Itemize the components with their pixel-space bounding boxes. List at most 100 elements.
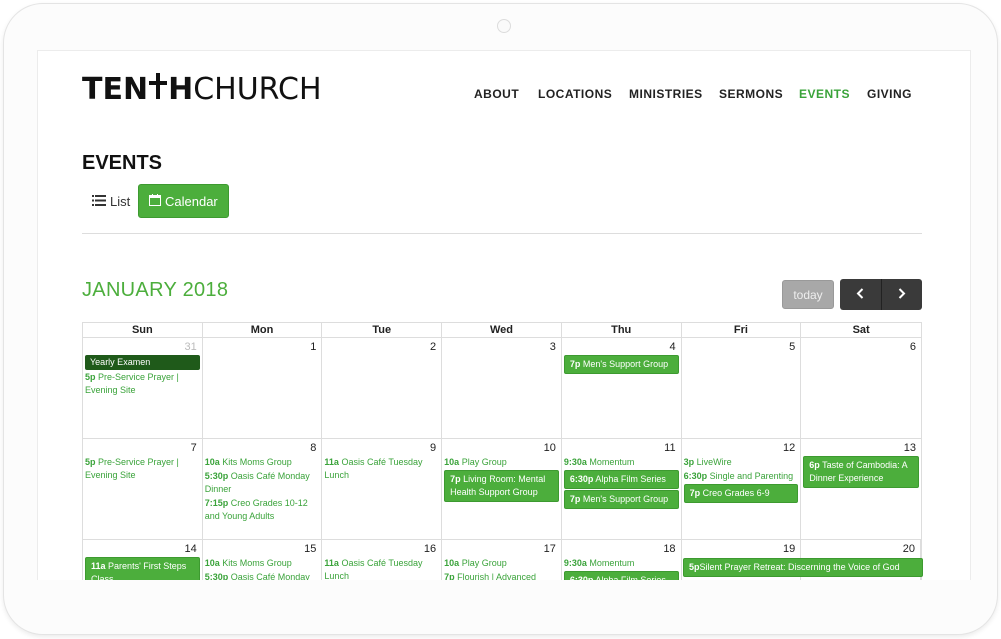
week-row: 7 5p Pre-Service Prayer | Evening Site 8 10… (82, 438, 922, 539)
calendar-event[interactable]: 5p Pre-Service Prayer | Evening Site (85, 371, 200, 397)
calendar-event[interactable]: 10a Play Group (444, 557, 559, 570)
calendar-event[interactable]: 6p Taste of Cambodia: A Dinner Experienc… (803, 456, 919, 488)
day-cell[interactable]: 2 (322, 338, 443, 438)
day-cell[interactable]: 5 (682, 338, 802, 438)
weekday-label: Sun (83, 323, 203, 337)
chevron-right-icon (898, 286, 906, 303)
event-time: 9:30a (563, 457, 587, 467)
event-time: 10a (204, 558, 220, 568)
event-title: Alpha Film Series (595, 474, 666, 484)
day-number: 16 (423, 543, 437, 555)
event-time: 7p (569, 359, 581, 369)
calendar-event[interactable]: 7p Men's Support Group (563, 355, 679, 374)
next-month-button[interactable] (882, 279, 923, 310)
calendar-event[interactable]: 9:30a Momentum (564, 456, 679, 469)
nav-sermons[interactable]: SERMONS (719, 87, 783, 101)
day-cell[interactable]: 3 (442, 338, 562, 438)
month-calendar: Sun Mon Tue Wed Thu Fri Sat 31 Yearly Examen 5p … (82, 322, 923, 580)
calendar-event[interactable]: 6:30p Alpha Film Series (563, 470, 679, 489)
calendar-event[interactable]: 6:30p Alpha Film Series (563, 571, 679, 580)
event-time: 5p (85, 457, 96, 467)
divider (82, 233, 922, 234)
calendar-event[interactable]: 10a Kits Moms Group (205, 557, 320, 570)
calendar-event[interactable]: 3p LiveWire (684, 456, 799, 469)
multi-day-event[interactable]: 5pSilent Prayer Retreat: Discerning the … (683, 558, 923, 577)
weekday-label: Mon (203, 323, 323, 337)
day-number: 9 (430, 442, 437, 454)
prev-month-button[interactable] (840, 279, 882, 310)
day-cell[interactable]: 6 (801, 338, 921, 438)
event-time: 7:15p (204, 498, 229, 508)
calendar-event[interactable]: Yearly Examen (85, 355, 200, 370)
event-title: Silent Prayer Retreat: Discerning the Vo… (699, 562, 900, 572)
day-cell[interactable]: 18 9:30a Momentum 6:30p Alpha Film Series (562, 540, 682, 580)
day-cell[interactable]: 8 10a Kits Moms Group 5:30p Oasis Café Mon… (203, 439, 323, 539)
calendar-view-button[interactable]: Calendar (138, 184, 229, 218)
chevron-left-icon (856, 286, 864, 303)
day-cell[interactable]: 10 10a Play Group 7p Living Room: Mental H… (442, 439, 562, 539)
day-number: 13 (903, 442, 916, 454)
day-number: 20 (902, 543, 915, 555)
calendar-event[interactable]: 7p Creo Grades 6-9 (683, 484, 799, 503)
nav-events[interactable]: EVENTS (799, 87, 850, 101)
day-number: 10 (543, 442, 556, 454)
calendar-event[interactable]: 5p Pre-Service Prayer | Evening Site (85, 456, 200, 482)
day-cell[interactable]: 11 9:30a Momentum 6:30p Alpha Film Series 7… (562, 439, 682, 539)
calendar-event[interactable]: 9:30a Momentum (564, 557, 679, 570)
day-cell[interactable]: 1 (203, 338, 323, 438)
day-number: 6 (909, 341, 916, 353)
event-time: 5:30p (204, 471, 229, 481)
day-cell[interactable]: 16 11a Oasis Café Tuesday Lunch (322, 540, 443, 580)
day-cell[interactable]: 9 11a Oasis Café Tuesday Lunch (322, 439, 443, 539)
weekday-header: Sun Mon Tue Wed Thu Fri Sat (82, 322, 922, 337)
calendar-event[interactable]: 7p Flourish | Advanced (444, 571, 559, 580)
day-cell[interactable]: 15 10a Kits Moms Group 5:30p Oasis Café Mo… (203, 540, 323, 580)
day-number: 17 (543, 543, 556, 555)
event-time: 5:30p (204, 572, 229, 580)
day-cell[interactable]: 31 Yearly Examen 5p Pre-Service Prayer | E… (83, 338, 203, 438)
event-title: Pre-Service Prayer | Evening Site (85, 372, 179, 395)
nav-locations[interactable]: LOCATIONS (538, 87, 612, 101)
today-button[interactable]: today (782, 280, 834, 309)
day-cell[interactable]: 12 3p LiveWire 6:30p Single and Parenting 7… (682, 439, 802, 539)
day-number: 12 (783, 442, 796, 454)
list-view-label: List (110, 193, 131, 209)
calendar-event[interactable]: 11a Oasis Café Tuesday Lunch (324, 557, 439, 580)
calendar-event[interactable]: 5:30p Oasis Café Monday (205, 571, 320, 580)
week-row: 31 Yearly Examen 5p Pre-Service Prayer | E… (82, 337, 922, 438)
calendar-event[interactable]: 10a Kits Moms Group (205, 456, 320, 469)
day-cell[interactable]: 14 11a Parents' First Steps Class (83, 540, 203, 580)
day-cell[interactable]: 13 6p Taste of Cambodia: A Dinner Experie… (801, 439, 921, 539)
calendar-event[interactable]: 7:15p Creo Grades 10-12 and Young Adults (205, 497, 320, 523)
day-cell[interactable]: 4 7p Men's Support Group (562, 338, 682, 438)
event-title: Parents' First Steps Class (91, 561, 187, 580)
list-view-button[interactable]: List (82, 184, 140, 218)
calendar-event[interactable]: 11a Oasis Café Tuesday Lunch (324, 456, 439, 482)
day-number: 11 (664, 442, 676, 454)
event-time: 6:30p (569, 474, 594, 484)
event-title: Single and Parenting (709, 471, 794, 481)
day-number: 14 (184, 543, 197, 555)
month-nav (840, 279, 922, 310)
day-cell[interactable]: 7 5p Pre-Service Prayer | Evening Site (83, 439, 203, 539)
event-title: LiveWire (696, 457, 732, 467)
nav-about[interactable]: ABOUT (474, 87, 519, 101)
event-time: 5p (85, 372, 96, 382)
event-title: Momentum (589, 558, 635, 568)
nav-ministries[interactable]: MINISTRIES (629, 87, 703, 101)
browser-viewport: TEN H CHURCH ABOUT LOCATIONS MINISTRIES … (37, 50, 971, 580)
weekday-label: Tue (322, 323, 443, 337)
site-logo[interactable]: TEN H CHURCH (82, 69, 322, 109)
weekday-label: Fri (682, 323, 802, 337)
calendar-event[interactable]: 11a Parents' First Steps Class (85, 557, 200, 580)
calendar-event[interactable]: 10a Play Group (444, 456, 559, 469)
calendar-event[interactable]: 5:30p Oasis Café Monday Dinner (205, 470, 320, 496)
camera-icon (497, 19, 511, 33)
calendar-event[interactable]: 7p Men's Support Group (563, 490, 679, 509)
event-time: 7p (444, 572, 455, 580)
day-cell[interactable]: 17 10a Play Group 7p Flourish | Advanced (442, 540, 562, 580)
nav-giving[interactable]: GIVING (867, 87, 912, 101)
calendar-event[interactable]: 7p Living Room: Mental Health Support Gr… (444, 470, 559, 502)
calendar-event[interactable]: 6:30p Single and Parenting (684, 470, 799, 483)
event-title: Living Room: Mental Health Support Group (450, 474, 546, 497)
